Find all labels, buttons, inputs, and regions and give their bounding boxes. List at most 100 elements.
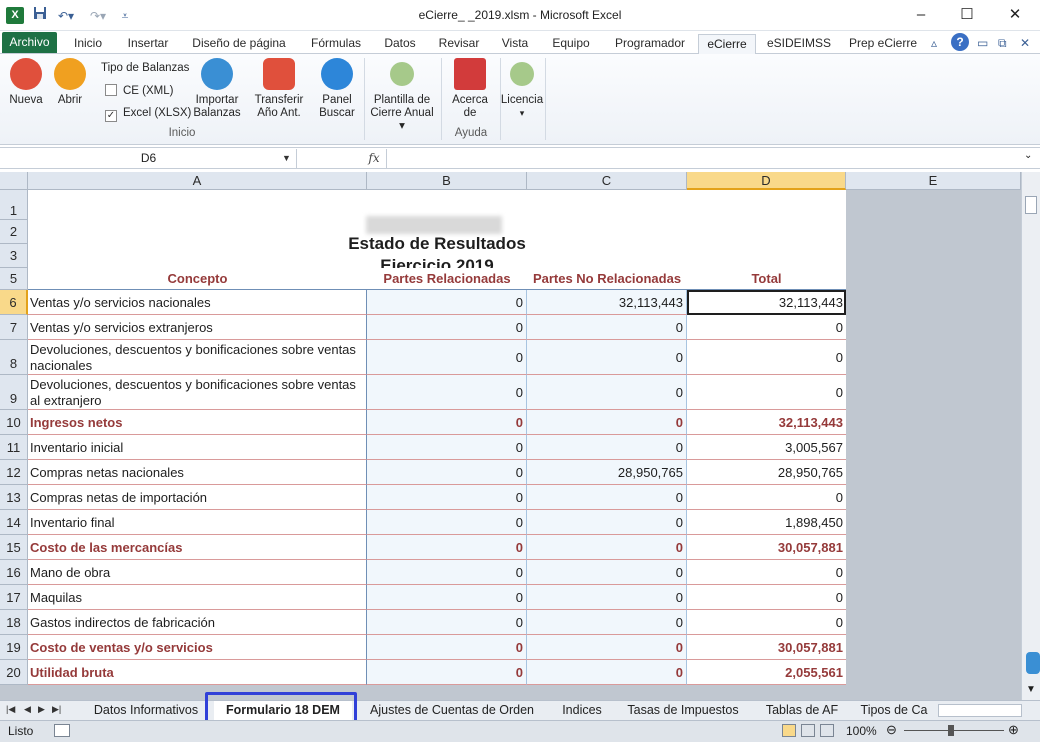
horizontal-scrollbar[interactable]: [938, 704, 1022, 717]
value-partes-relacionadas[interactable]: 0: [367, 535, 527, 560]
formula-input[interactable]: [386, 149, 1022, 168]
value-total[interactable]: 30,057,881: [687, 535, 846, 560]
ce-xml-checkbox[interactable]: CE (XML): [105, 84, 173, 97]
header-total[interactable]: Total: [687, 268, 846, 290]
value-total[interactable]: 0: [687, 340, 846, 375]
macro-record-icon[interactable]: [54, 724, 70, 737]
value-partes-no-relacionadas[interactable]: 0: [527, 610, 687, 635]
tab-datos[interactable]: Datos: [378, 34, 422, 54]
value-partes-no-relacionadas[interactable]: 0: [527, 535, 687, 560]
tab-vista[interactable]: Vista: [495, 34, 535, 54]
last-sheet-icon[interactable]: ▶|: [52, 704, 61, 715]
tab-diseno-pagina[interactable]: Diseño de página: [186, 34, 292, 54]
tab-esideimss[interactable]: eSIDEIMSS: [764, 34, 834, 54]
excel-xlsx-checkbox[interactable]: ✓ Excel (XLSX): [105, 107, 191, 122]
prev-sheet-icon[interactable]: ◀: [24, 704, 31, 715]
value-partes-no-relacionadas[interactable]: 0: [527, 340, 687, 375]
column-header-c[interactable]: C: [527, 172, 687, 190]
row-label[interactable]: Compras netas de importación: [28, 485, 367, 510]
column-header-a[interactable]: A: [28, 172, 367, 190]
expand-formula-icon[interactable]: ⌄: [1024, 150, 1032, 161]
row-header[interactable]: 11: [0, 435, 28, 460]
value-partes-no-relacionadas[interactable]: 0: [527, 375, 687, 410]
row-header[interactable]: 20: [0, 660, 28, 685]
header-partes-no-relacionadas[interactable]: Partes No Relacionadas: [527, 268, 687, 290]
nueva-button[interactable]: Nueva: [4, 58, 48, 107]
row-label[interactable]: Inventario final: [28, 510, 367, 535]
row-header[interactable]: 19: [0, 635, 28, 660]
tab-insertar[interactable]: Insertar: [120, 34, 176, 54]
value-partes-relacionadas[interactable]: 0: [367, 435, 527, 460]
value-partes-relacionadas[interactable]: 0: [367, 610, 527, 635]
row-label[interactable]: Ventas y/o servicios extranjeros: [28, 315, 367, 340]
importar-balanzas-button[interactable]: Importar Balanzas: [190, 58, 244, 120]
row-header[interactable]: 17: [0, 585, 28, 610]
row-label[interactable]: Devoluciones, descuentos y bonificacione…: [28, 340, 367, 375]
next-sheet-icon[interactable]: ▶: [38, 704, 45, 715]
column-header-e[interactable]: E: [846, 172, 1021, 190]
header-partes-relacionadas[interactable]: Partes Relacionadas: [367, 268, 527, 290]
value-partes-relacionadas[interactable]: 0: [367, 375, 527, 410]
row-header[interactable]: 6: [0, 290, 28, 315]
value-total[interactable]: 0: [687, 315, 846, 340]
tab-revisar[interactable]: Revisar: [431, 34, 487, 54]
value-total[interactable]: 3,005,567: [687, 435, 846, 460]
row-label[interactable]: Mano de obra: [28, 560, 367, 585]
tab-inicio[interactable]: Inicio: [66, 34, 110, 54]
value-partes-no-relacionadas[interactable]: 0: [527, 435, 687, 460]
row-label[interactable]: Maquilas: [28, 585, 367, 610]
panel-buscar-button[interactable]: Panel Buscar: [312, 58, 362, 120]
value-partes-relacionadas[interactable]: 0: [367, 635, 527, 660]
column-header-b[interactable]: B: [367, 172, 527, 190]
header-concepto[interactable]: Concepto: [28, 268, 367, 290]
value-partes-no-relacionadas[interactable]: 0: [527, 560, 687, 585]
value-partes-relacionadas[interactable]: 0: [367, 290, 527, 315]
row-header[interactable]: 18: [0, 610, 28, 635]
select-all-corner[interactable]: [0, 172, 28, 190]
value-total[interactable]: 0: [687, 375, 846, 410]
sheet-tab-tablas-af[interactable]: Tablas de AF: [756, 701, 848, 720]
minimize-button[interactable]: –: [898, 2, 944, 28]
row-label[interactable]: Costo de las mercancías: [28, 535, 367, 560]
fx-icon[interactable]: fx: [363, 149, 385, 168]
tab-programador[interactable]: Programador: [607, 34, 693, 54]
page-break-view-icon[interactable]: [820, 724, 834, 737]
value-total[interactable]: 30,057,881: [687, 635, 846, 660]
row-header[interactable]: 12: [0, 460, 28, 485]
value-partes-no-relacionadas[interactable]: 0: [527, 410, 687, 435]
row-header[interactable]: 9: [0, 375, 28, 410]
value-partes-relacionadas[interactable]: 0: [367, 560, 527, 585]
row-label[interactable]: Gastos indirectos de fabricación: [28, 610, 367, 635]
sheet-tab-tipos-de-ca[interactable]: Tipos de Ca: [856, 701, 932, 720]
row-header[interactable]: 8: [0, 340, 28, 375]
value-partes-no-relacionadas[interactable]: 0: [527, 585, 687, 610]
tab-formulas[interactable]: Fórmulas: [303, 34, 369, 54]
value-total[interactable]: 2,055,561: [687, 660, 846, 685]
row-header[interactable]: 15: [0, 535, 28, 560]
value-total[interactable]: 0: [687, 585, 846, 610]
value-partes-no-relacionadas[interactable]: 32,113,443: [527, 290, 687, 315]
plantilla-cierre-button[interactable]: Plantilla de Cierre Anual ▾: [366, 58, 438, 133]
value-total[interactable]: 0: [687, 560, 846, 585]
value-partes-relacionadas[interactable]: 0: [367, 410, 527, 435]
value-partes-relacionadas[interactable]: 0: [367, 510, 527, 535]
licencia-button[interactable]: Licencia ▾: [500, 58, 544, 120]
sheet-tab-ajustes-cuentas-orden[interactable]: Ajustes de Cuentas de Orden: [360, 701, 544, 720]
row-label[interactable]: Inventario inicial: [28, 435, 367, 460]
name-box[interactable]: D6: [1, 149, 297, 168]
value-total[interactable]: 28,950,765: [687, 460, 846, 485]
row-header[interactable]: 14: [0, 510, 28, 535]
value-partes-no-relacionadas[interactable]: 0: [527, 315, 687, 340]
row-header[interactable]: 5: [0, 268, 28, 290]
zoom-level[interactable]: 100%: [846, 724, 877, 738]
vertical-scrollbar[interactable]: ▼: [1021, 172, 1040, 700]
page-layout-view-icon[interactable]: [801, 724, 815, 737]
close-button[interactable]: ✕: [992, 2, 1038, 28]
zoom-out-icon[interactable]: ⊖: [886, 722, 897, 738]
normal-view-icon[interactable]: [782, 724, 796, 737]
value-partes-relacionadas[interactable]: 0: [367, 315, 527, 340]
row-header[interactable]: 13: [0, 485, 28, 510]
teamviewer-icon[interactable]: [1026, 652, 1040, 674]
row-label[interactable]: Ingresos netos: [28, 410, 367, 435]
zoom-slider-thumb[interactable]: [948, 725, 954, 736]
